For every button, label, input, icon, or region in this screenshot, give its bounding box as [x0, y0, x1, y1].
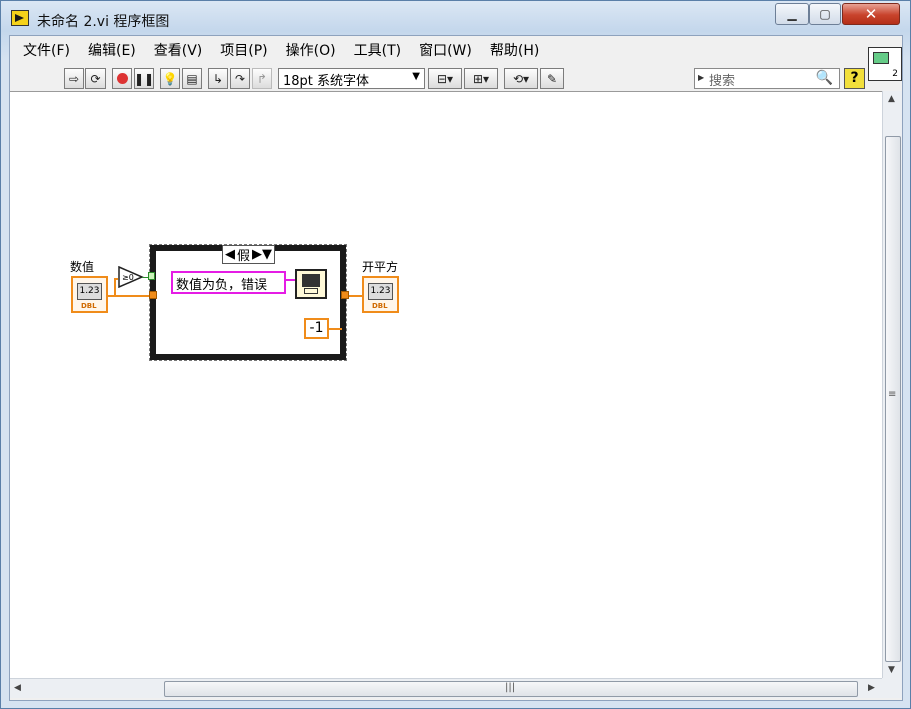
case-prev-icon[interactable]: ◀ [225, 247, 235, 262]
menu-help[interactable]: 帮助(H) [481, 40, 548, 60]
run-arrow-icon[interactable]: ⇨ [64, 68, 84, 89]
horizontal-grip-icon: ||| [505, 682, 516, 693]
negative-one-constant[interactable]: -1 [304, 318, 329, 339]
case-selector-value: 假 [236, 249, 250, 264]
search-input[interactable]: ▶ 搜索 🔍 [694, 68, 840, 89]
window-title: 未命名 2.vi 程序框图 [37, 14, 170, 30]
vi-connector-icon[interactable]: 2 [868, 47, 902, 81]
case-next-icon[interactable]: ▶▼ [252, 247, 272, 262]
output-tunnel[interactable] [341, 291, 349, 299]
resize-grip[interactable] [882, 678, 902, 698]
input-type-label: DBL [81, 302, 97, 310]
close-button[interactable]: ✕ [842, 3, 900, 25]
constant-wire[interactable] [329, 328, 342, 330]
output-indicator-label: 开平方 [362, 260, 399, 274]
input-control-label: 数值 [70, 260, 95, 274]
distribute-objects-icon[interactable]: ⊞▾ [464, 68, 498, 89]
vi-icon-number: 2 [892, 69, 898, 79]
menu-edit[interactable]: 编辑(E) [79, 40, 145, 60]
vertical-scrollbar[interactable]: ▲ ≡ ▼ [882, 91, 902, 678]
font-selector-value: 18pt 系统字体 [283, 74, 370, 89]
vi-icon-graphic [873, 52, 889, 64]
menu-view[interactable]: 查看(V) [145, 40, 212, 60]
step-into-icon[interactable]: ↳ [208, 68, 228, 89]
title-bar[interactable]: 未命名 2.vi 程序框图 ▁ ▢ ✕ [1, 1, 910, 35]
search-options-icon[interactable]: ▶ [698, 73, 704, 82]
vertical-grip-icon: ≡ [888, 389, 897, 400]
menu-file[interactable]: 文件(F) [14, 40, 79, 60]
case-selector-terminal[interactable] [148, 272, 155, 280]
one-button-dialog-icon[interactable] [295, 269, 327, 299]
menu-project[interactable]: 项目(P) [211, 40, 276, 60]
maximize-button[interactable]: ▢ [809, 3, 841, 25]
menu-tools[interactable]: 工具(T) [345, 40, 410, 60]
menu-window[interactable]: 窗口(W) [410, 40, 481, 60]
case-selector[interactable]: ◀ 假 ▶▼ [222, 245, 275, 264]
toolbar: ⇨ ⟳ ❚❚ 💡 ▤ ↳ ↷ ↱ 18pt 系统字体 ▼ ⊟▾ ⊞▾ ⟲▾ ✎ … [10, 65, 868, 91]
input-numeric-terminal[interactable]: 1.23 DBL [71, 276, 108, 313]
input-numeric-value: 1.23 [77, 283, 102, 300]
step-out-icon[interactable]: ↱ [252, 68, 272, 89]
reorder-icon[interactable]: ⟲▾ [504, 68, 538, 89]
align-objects-icon[interactable]: ⊟▾ [428, 68, 462, 89]
menu-bar: 文件(F) 编辑(E) 查看(V) 项目(P) 操作(O) 工具(T) 窗口(W… [10, 36, 868, 64]
horizontal-scroll-thumb[interactable]: ||| [164, 681, 858, 697]
highlight-execution-icon[interactable]: 💡 [160, 68, 180, 89]
output-wire[interactable] [349, 295, 363, 297]
horizontal-scrollbar[interactable]: ◀ ||| ▶ [10, 678, 882, 698]
input-tunnel[interactable] [149, 291, 157, 299]
labview-app-icon [11, 10, 29, 26]
dialog-button-graphic [304, 288, 318, 294]
run-continuously-icon[interactable]: ⟳ [85, 68, 106, 89]
numeric-wire-branch[interactable] [114, 280, 116, 296]
output-type-label: DBL [372, 302, 388, 310]
retain-wire-values-icon[interactable]: ▤ [182, 68, 202, 89]
scroll-right-icon[interactable]: ▶ [868, 683, 875, 693]
dialog-screen-graphic [302, 274, 320, 287]
pause-icon[interactable]: ❚❚ [134, 68, 154, 89]
step-over-icon[interactable]: ↷ [230, 68, 250, 89]
block-diagram-canvas[interactable]: 数值 1.23 DBL ≥0 ◀ 假 ▶▼ 数值为负，错误 -1 开平方 1.2… [10, 91, 882, 678]
scroll-up-icon[interactable]: ▲ [888, 94, 895, 104]
search-placeholder: 搜索 [709, 74, 736, 89]
output-numeric-value: 1.23 [368, 283, 393, 300]
scroll-left-icon[interactable]: ◀ [14, 683, 21, 693]
abort-icon[interactable] [112, 68, 132, 89]
compare-node-outline: ≥0 [118, 266, 144, 288]
search-icon[interactable]: 🔍 [816, 70, 833, 86]
minimize-button[interactable]: ▁ [775, 3, 809, 25]
dropdown-arrow-icon: ▼ [412, 71, 420, 82]
labview-window: 未命名 2.vi 程序框图 ▁ ▢ ✕ 文件(F) 编辑(E) 查看(V) 项目… [0, 0, 911, 709]
error-string-constant[interactable]: 数值为负，错误 [171, 271, 286, 294]
clean-up-diagram-icon[interactable]: ✎ [540, 68, 564, 89]
font-selector[interactable]: 18pt 系统字体 ▼ [278, 68, 425, 89]
svg-text:≥0: ≥0 [122, 273, 134, 282]
context-help-button[interactable]: ? [844, 68, 865, 89]
block-diagram-client: 文件(F) 编辑(E) 查看(V) 项目(P) 操作(O) 工具(T) 窗口(W… [9, 35, 903, 701]
menu-operate[interactable]: 操作(O) [277, 40, 345, 60]
scroll-down-icon[interactable]: ▼ [888, 665, 895, 675]
output-numeric-indicator[interactable]: 1.23 DBL [362, 276, 399, 313]
